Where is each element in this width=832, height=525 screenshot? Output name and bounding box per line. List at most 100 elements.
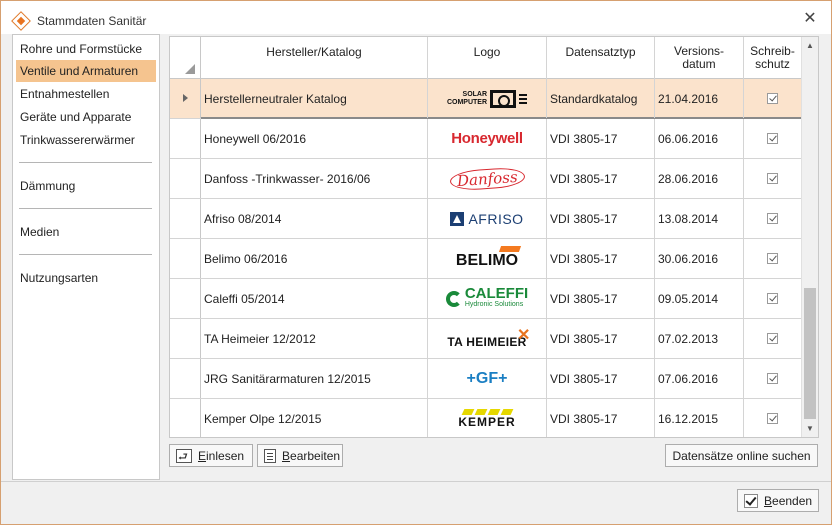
cell-version-date[interactable]: 28.06.2016 [655,159,744,198]
caleffi-logo: CALEFFI Hydronic Solutions [445,286,528,310]
close-button[interactable]: ✕ [801,10,819,28]
nav-item-geraete[interactable]: Geräte und Apparate [16,106,156,128]
belimo-logo: BELIMO [456,245,522,270]
column-header-version-date[interactable]: Versions- datum [655,37,744,79]
dialog-window: Stammdaten Sanitär ✕ Rohre und Formstück… [0,0,832,525]
cell-manufacturer[interactable]: Kemper Olpe 12/2015 [201,399,428,437]
cell-type[interactable]: VDI 3805-17 [547,199,655,238]
edit-button[interactable]: Bearbeiten [257,444,343,467]
cell-write-protection[interactable] [744,239,802,278]
write-protection-checkbox[interactable] [767,333,778,344]
cell-manufacturer[interactable]: Belimo 06/2016 [201,239,428,278]
cell-logo[interactable]: AFRISO [428,199,547,238]
cell-manufacturer[interactable]: Caleffi 05/2014 [201,279,428,318]
cell-manufacturer[interactable]: Herstellerneutraler Katalog [201,79,428,118]
cell-write-protection[interactable] [744,79,802,118]
cell-manufacturer[interactable]: TA Heimeier 12/2012 [201,319,428,358]
table-row[interactable]: Caleffi 05/2014 CALEFFI Hydronic Solutions… [170,279,802,319]
cell-write-protection[interactable] [744,199,802,238]
cell-type[interactable]: VDI 3805-17 [547,119,655,158]
cell-write-protection[interactable] [744,279,802,318]
cell-version-date[interactable]: 16.12.2015 [655,399,744,437]
nav-item-nutzungsarten[interactable]: Nutzungsarten [16,267,156,289]
import-button[interactable]: Einlesen [169,444,253,467]
table-row[interactable]: JRG Sanitärarmaturen 12/2015 +GF+ VDI 3805… [170,359,802,399]
column-header-type[interactable]: Datensatztyp [547,37,655,79]
table-row[interactable]: Honeywell 06/2016 Honeywell VDI 3805-17 06.… [170,119,802,159]
column-header-manufacturer[interactable]: Hersteller/Katalog [201,37,428,79]
row-header[interactable] [170,279,201,318]
write-protection-checkbox[interactable] [767,253,778,264]
table-row[interactable]: Herstellerneutraler Katalog SOLAR COMPUTER… [170,79,802,119]
cell-write-protection[interactable] [744,119,802,158]
row-header[interactable] [170,359,201,398]
nav-item-entnahmestellen[interactable]: Entnahmestellen [16,83,156,105]
cell-version-date[interactable]: 30.06.2016 [655,239,744,278]
cell-manufacturer[interactable]: Honeywell 06/2016 [201,119,428,158]
row-header[interactable] [170,319,201,358]
cell-type[interactable]: VDI 3805-17 [547,319,655,358]
cell-version-date[interactable]: 13.08.2014 [655,199,744,238]
row-header[interactable] [170,199,201,238]
cell-type[interactable]: VDI 3805-17 [547,159,655,198]
scroll-down-icon[interactable]: ▼ [802,420,818,437]
nav-item-rohre[interactable]: Rohre und Formstücke [16,38,156,60]
write-protection-checkbox[interactable] [767,213,778,224]
nav-item-daemmung[interactable]: Dämmung [16,175,156,197]
write-protection-checkbox[interactable] [767,133,778,144]
cell-logo[interactable]: Danfoss [428,159,547,198]
write-protection-checkbox[interactable] [767,293,778,304]
cell-manufacturer[interactable]: JRG Sanitärarmaturen 12/2015 [201,359,428,398]
cell-write-protection[interactable] [744,359,802,398]
nav-item-ventile[interactable]: Ventile und Armaturen [16,60,156,82]
table-row[interactable]: Afriso 08/2014 AFRISO VDI 3805-17 13.08.201… [170,199,802,239]
cell-manufacturer[interactable]: Danfoss -Trinkwasser- 2016/06 [201,159,428,198]
vertical-scrollbar[interactable]: ▲ ▼ [801,37,818,437]
select-all-corner[interactable] [170,37,201,79]
cell-logo[interactable]: KEMPER [428,399,547,437]
table-row[interactable]: Kemper Olpe 12/2015 KEMPER VDI 3805-17 16.1… [170,399,802,437]
cell-write-protection[interactable] [744,159,802,198]
table-row[interactable]: TA Heimeier 12/2012 ✕ TA HEIMEIER VDI 3805-… [170,319,802,359]
cell-logo[interactable]: ✕ TA HEIMEIER [428,319,547,358]
column-header-logo[interactable]: Logo [428,37,547,79]
scroll-up-icon[interactable]: ▲ [802,37,818,54]
cell-write-protection[interactable] [744,319,802,358]
cell-version-date[interactable]: 21.04.2016 [655,79,744,118]
cell-version-date[interactable]: 09.05.2014 [655,279,744,318]
row-header[interactable] [170,79,201,118]
cell-type[interactable]: VDI 3805-17 [547,279,655,318]
cell-write-protection[interactable] [744,399,802,437]
cell-logo[interactable]: BELIMO [428,239,547,278]
cell-logo[interactable]: CALEFFI Hydronic Solutions [428,279,547,318]
cell-type[interactable]: Standardkatalog [547,79,655,118]
row-header[interactable] [170,239,201,278]
cell-type[interactable]: VDI 3805-17 [547,359,655,398]
cell-logo[interactable]: Honeywell [428,119,547,158]
gf-logo: +GF+ [466,369,508,387]
cell-logo[interactable]: +GF+ [428,359,547,398]
cell-version-date[interactable]: 07.06.2016 [655,359,744,398]
scroll-thumb[interactable] [804,288,816,419]
row-header[interactable] [170,159,201,198]
nav-item-medien[interactable]: Medien [16,221,156,243]
cell-type[interactable]: VDI 3805-17 [547,399,655,437]
search-online-button[interactable]: Datensätze online suchen [665,444,818,467]
cell-version-date[interactable]: 07.02.2013 [655,319,744,358]
cell-version-date[interactable]: 06.06.2016 [655,119,744,158]
finish-button[interactable]: Beenden [737,489,819,512]
write-protection-checkbox[interactable] [767,373,778,384]
write-protection-checkbox[interactable] [767,93,778,104]
title-bar: Stammdaten Sanitär ✕ [1,1,831,34]
column-header-write-protection[interactable]: Schreib- schutz [744,37,802,79]
cell-type[interactable]: VDI 3805-17 [547,239,655,278]
write-protection-checkbox[interactable] [767,413,778,424]
row-header[interactable] [170,119,201,158]
nav-item-trinkwassererwaermer[interactable]: Trinkwassererwärmer [16,129,156,151]
write-protection-checkbox[interactable] [767,173,778,184]
row-header[interactable] [170,399,201,437]
cell-manufacturer[interactable]: Afriso 08/2014 [201,199,428,238]
table-row[interactable]: Danfoss -Trinkwasser- 2016/06 Danfoss VDI … [170,159,802,199]
table-row[interactable]: Belimo 06/2016 BELIMO VDI 3805-17 30.06.201… [170,239,802,279]
cell-logo[interactable]: SOLAR COMPUTER [428,79,547,118]
